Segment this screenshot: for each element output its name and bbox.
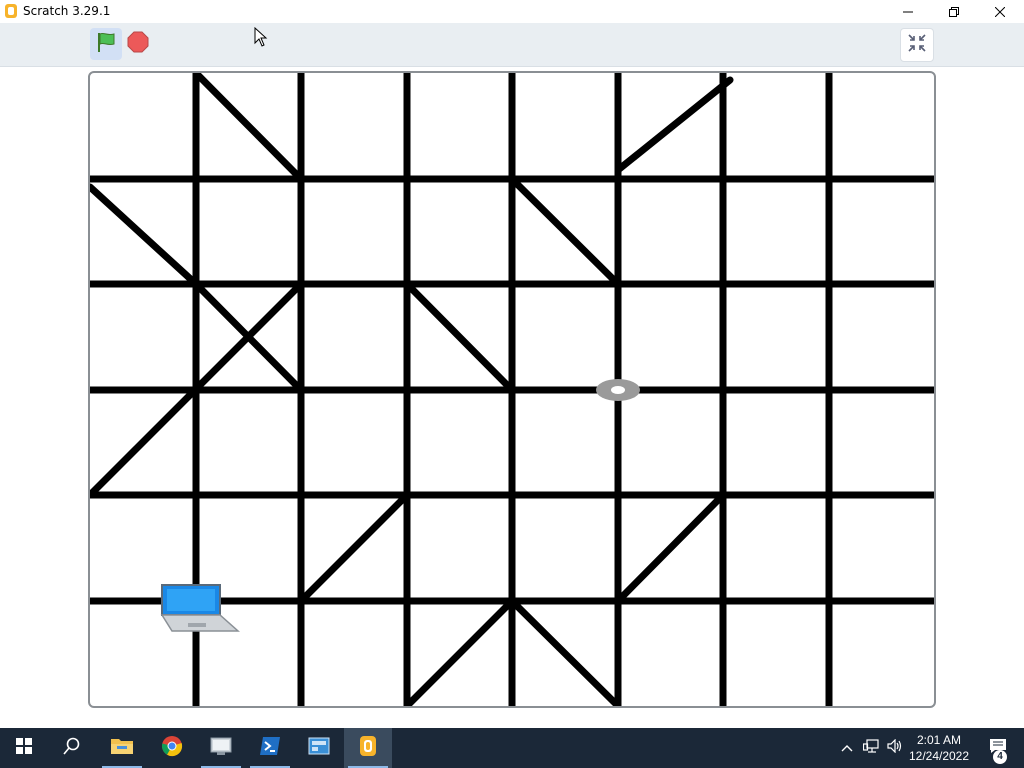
diagonal-line bbox=[90, 183, 200, 288]
taskbar-file-explorer[interactable] bbox=[98, 728, 146, 768]
scratch-app-icon bbox=[4, 3, 18, 19]
search-icon bbox=[63, 737, 81, 760]
title-bar[interactable]: Scratch 3.29.1 bbox=[0, 0, 1024, 23]
taskbar-clock[interactable]: 2:01 AM 12/24/2022 bbox=[908, 732, 970, 764]
ball-sprite[interactable] bbox=[596, 379, 640, 401]
windows-start-icon bbox=[16, 737, 32, 759]
diagonal-line bbox=[508, 597, 622, 706]
exit-fullscreen-icon bbox=[908, 33, 926, 57]
taskbar-scratch[interactable] bbox=[344, 728, 392, 768]
tray-overflow-button[interactable] bbox=[838, 728, 856, 768]
exit-fullscreen-button[interactable] bbox=[900, 28, 934, 62]
notification-count-badge: 4 bbox=[993, 750, 1007, 764]
chrome-icon bbox=[161, 735, 183, 762]
speaker-icon bbox=[887, 738, 903, 758]
diagonal-line bbox=[403, 597, 516, 706]
laptop-sprite[interactable] bbox=[160, 584, 240, 632]
app-icon bbox=[308, 736, 330, 761]
close-button[interactable] bbox=[977, 0, 1023, 23]
taskbar-powershell[interactable] bbox=[246, 728, 294, 768]
window-title: Scratch 3.29.1 bbox=[23, 4, 111, 18]
tray-network[interactable] bbox=[860, 728, 882, 768]
restore-button[interactable] bbox=[931, 0, 977, 23]
stage-toolbar bbox=[0, 23, 1024, 67]
stage-canvas[interactable] bbox=[88, 71, 936, 708]
green-flag-icon bbox=[95, 31, 117, 58]
chevron-up-icon bbox=[841, 739, 853, 757]
taskbar-app-4[interactable] bbox=[197, 728, 245, 768]
stop-icon bbox=[127, 31, 149, 58]
diagonal-line bbox=[614, 491, 727, 605]
app-icon bbox=[209, 735, 233, 762]
diagonal-line bbox=[297, 491, 411, 605]
windows-taskbar: 2:01 AM 12/24/2022 bbox=[0, 728, 1024, 768]
taskbar-app-6[interactable] bbox=[295, 728, 343, 768]
network-icon bbox=[862, 738, 879, 758]
taskbar-chrome[interactable] bbox=[148, 728, 196, 768]
laptop-icon bbox=[160, 584, 240, 632]
powershell-icon bbox=[259, 736, 281, 761]
stop-button[interactable] bbox=[124, 28, 152, 60]
scratch-window: Scratch 3.29.1 bbox=[0, 0, 1024, 728]
mouse-cursor-icon bbox=[254, 27, 268, 47]
green-flag-button[interactable] bbox=[90, 28, 122, 60]
search-button[interactable] bbox=[48, 728, 96, 768]
start-button[interactable] bbox=[0, 728, 48, 768]
scratch-icon bbox=[358, 735, 378, 762]
diagonal-line bbox=[508, 175, 622, 288]
clock-time: 2:01 AM bbox=[916, 733, 962, 747]
diagonal-line bbox=[192, 73, 305, 183]
minimize-button[interactable] bbox=[885, 0, 931, 23]
stage-drawing bbox=[90, 73, 934, 706]
diagonal-line bbox=[403, 280, 516, 394]
folder-icon bbox=[110, 736, 134, 761]
diagonal-line bbox=[614, 76, 734, 174]
tray-volume[interactable] bbox=[884, 728, 906, 768]
clock-date: 12/24/2022 bbox=[908, 749, 970, 763]
